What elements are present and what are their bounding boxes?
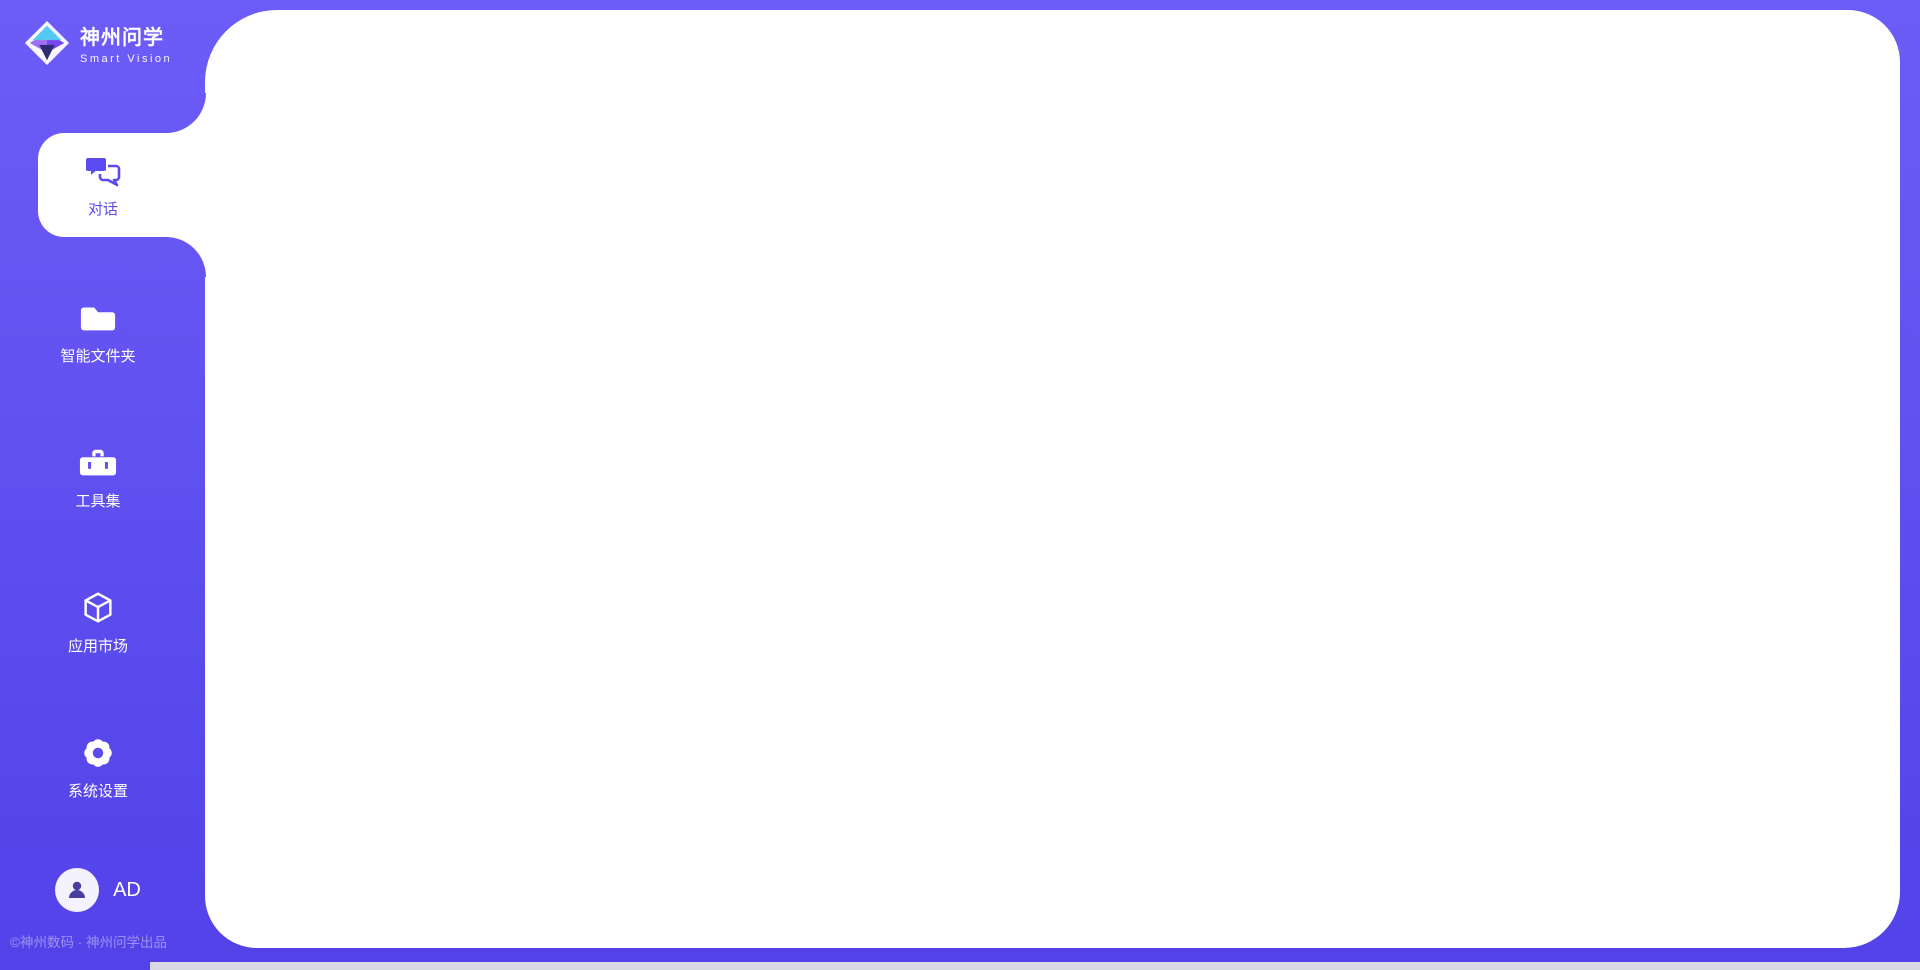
brand: 神州问学 Smart Vision (24, 20, 172, 66)
sidebar-item-label: 应用市场 (68, 635, 128, 656)
sidebar-item-label: 工具集 (75, 490, 120, 511)
gem-diamond-icon (24, 20, 70, 66)
sidebar-item-label: 智能文件夹 (60, 345, 135, 366)
folder-icon (79, 299, 117, 337)
sidebar: 神州问学 Smart Vision 智能文件夹 工具集 (0, 0, 206, 970)
sidebar-item-settings[interactable]: 系统设置 (0, 734, 196, 801)
person-icon (65, 878, 89, 902)
copyright-text: ©神州数码 · 神州问学出品 (10, 931, 167, 951)
sidebar-item-label: 系统设置 (68, 780, 128, 801)
window-bottom-strip (150, 962, 1920, 970)
cube-icon (79, 589, 117, 627)
brand-title: 神州问学 (80, 21, 172, 50)
gear-icon (79, 734, 117, 772)
user-account[interactable]: AD (0, 868, 196, 912)
sidebar-item-toolset[interactable]: 工具集 (0, 444, 196, 511)
app-background: 对话 神州问学 Smart Vision (0, 0, 1920, 970)
sidebar-item-app-market[interactable]: 应用市场 (0, 589, 196, 656)
main-content-panel (205, 10, 1900, 948)
toolbox-icon (79, 444, 117, 482)
sidebar-item-smart-folder[interactable]: 智能文件夹 (0, 299, 196, 366)
brand-subtitle: Smart Vision (80, 53, 172, 65)
avatar (55, 868, 99, 912)
user-name: AD (113, 879, 141, 902)
